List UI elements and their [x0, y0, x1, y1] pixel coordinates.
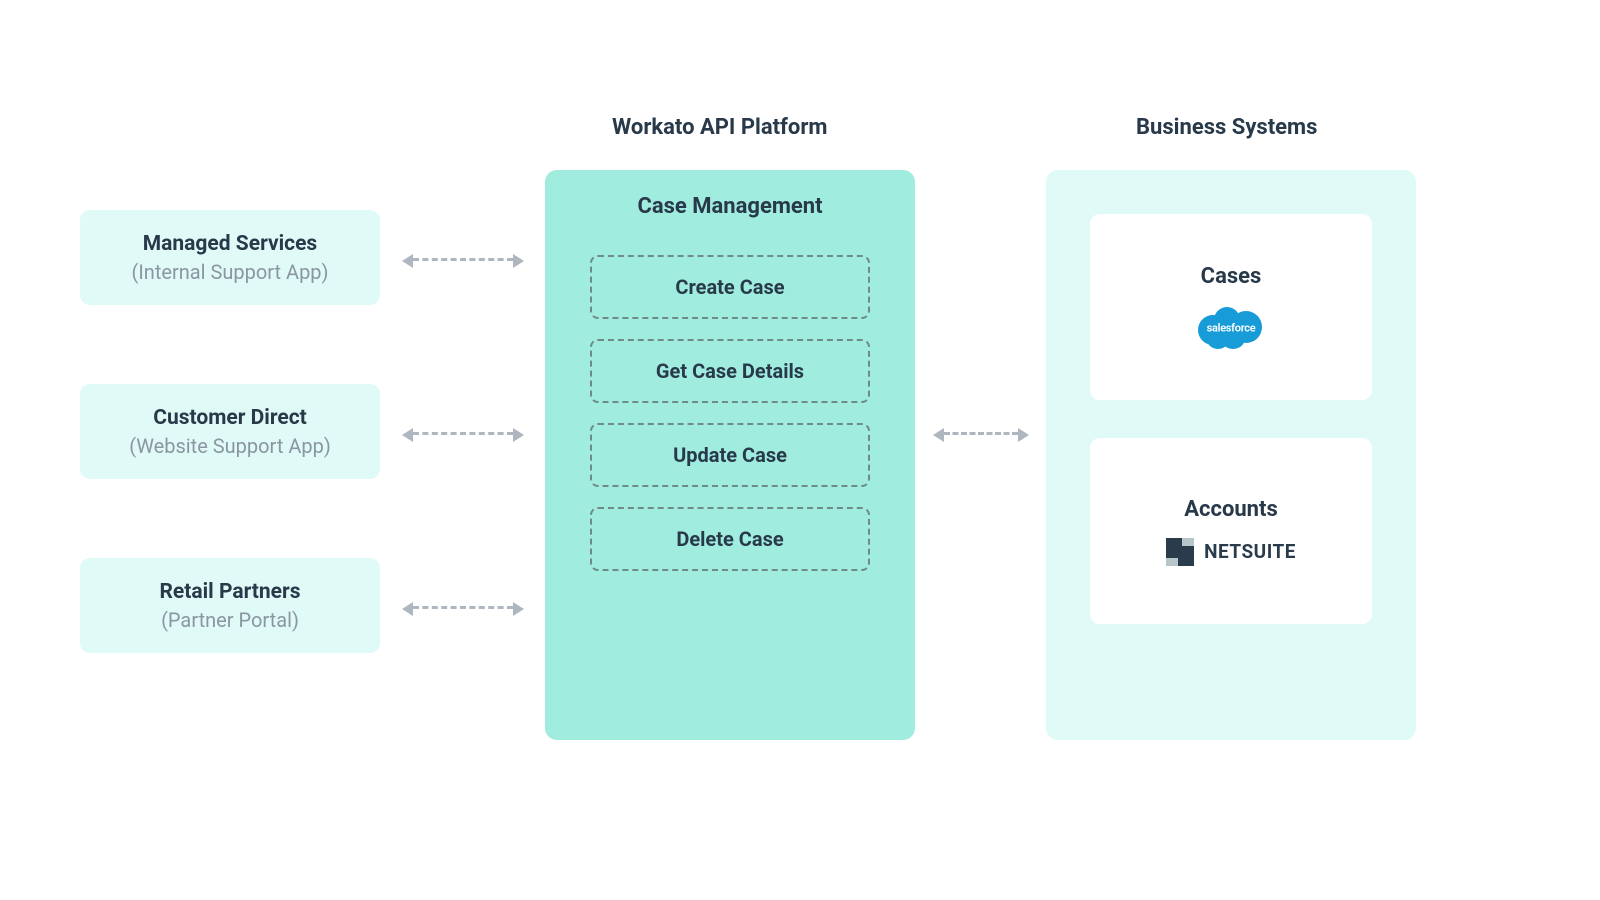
client-card-managed-services: Managed Services (Internal Support App) [80, 210, 380, 305]
salesforce-label: salesforce [1207, 321, 1256, 334]
client-title: Managed Services [143, 232, 317, 256]
connector-clients-3 [413, 606, 513, 609]
connector-platform-business [944, 432, 1018, 435]
platform-box: Case Management Create Case Get Case Det… [545, 170, 915, 740]
netsuite-label: NETSUITE [1204, 540, 1296, 563]
biz-card-title: Accounts [1184, 497, 1278, 522]
client-title: Customer Direct [153, 406, 307, 430]
arrow-left-icon [402, 602, 413, 616]
op-get-case-details: Get Case Details [590, 339, 870, 403]
op-update-case: Update Case [590, 423, 870, 487]
biz-card-accounts: Accounts NETSUITE [1090, 438, 1372, 624]
client-card-retail-partners: Retail Partners (Partner Portal) [80, 558, 380, 653]
heading-platform: Workato API Platform [612, 115, 827, 140]
netsuite-logo-icon: NETSUITE [1166, 538, 1296, 566]
client-card-customer-direct: Customer Direct (Website Support App) [80, 384, 380, 479]
arrow-right-icon [513, 254, 524, 268]
arrow-right-icon [513, 428, 524, 442]
op-create-case: Create Case [590, 255, 870, 319]
arrow-left-icon [402, 428, 413, 442]
connector-clients-2 [413, 432, 513, 435]
connector-clients-1 [413, 258, 513, 261]
client-sub: (Internal Support App) [131, 260, 328, 284]
op-delete-case: Delete Case [590, 507, 870, 571]
heading-business: Business Systems [1136, 115, 1317, 140]
business-systems-box: Cases salesforce Accounts NETSUITE [1046, 170, 1416, 740]
arrow-left-icon [933, 428, 944, 442]
platform-title: Case Management [637, 194, 822, 219]
biz-card-title: Cases [1201, 264, 1262, 289]
biz-card-cases: Cases salesforce [1090, 214, 1372, 400]
arrow-right-icon [513, 602, 524, 616]
salesforce-logo-icon: salesforce [1196, 305, 1266, 351]
architecture-diagram: Workato API Platform Business Systems Ma… [0, 0, 1600, 900]
arrow-right-icon [1018, 428, 1029, 442]
client-sub: (Partner Portal) [161, 608, 299, 632]
client-sub: (Website Support App) [129, 434, 331, 458]
arrow-left-icon [402, 254, 413, 268]
client-title: Retail Partners [159, 580, 300, 604]
